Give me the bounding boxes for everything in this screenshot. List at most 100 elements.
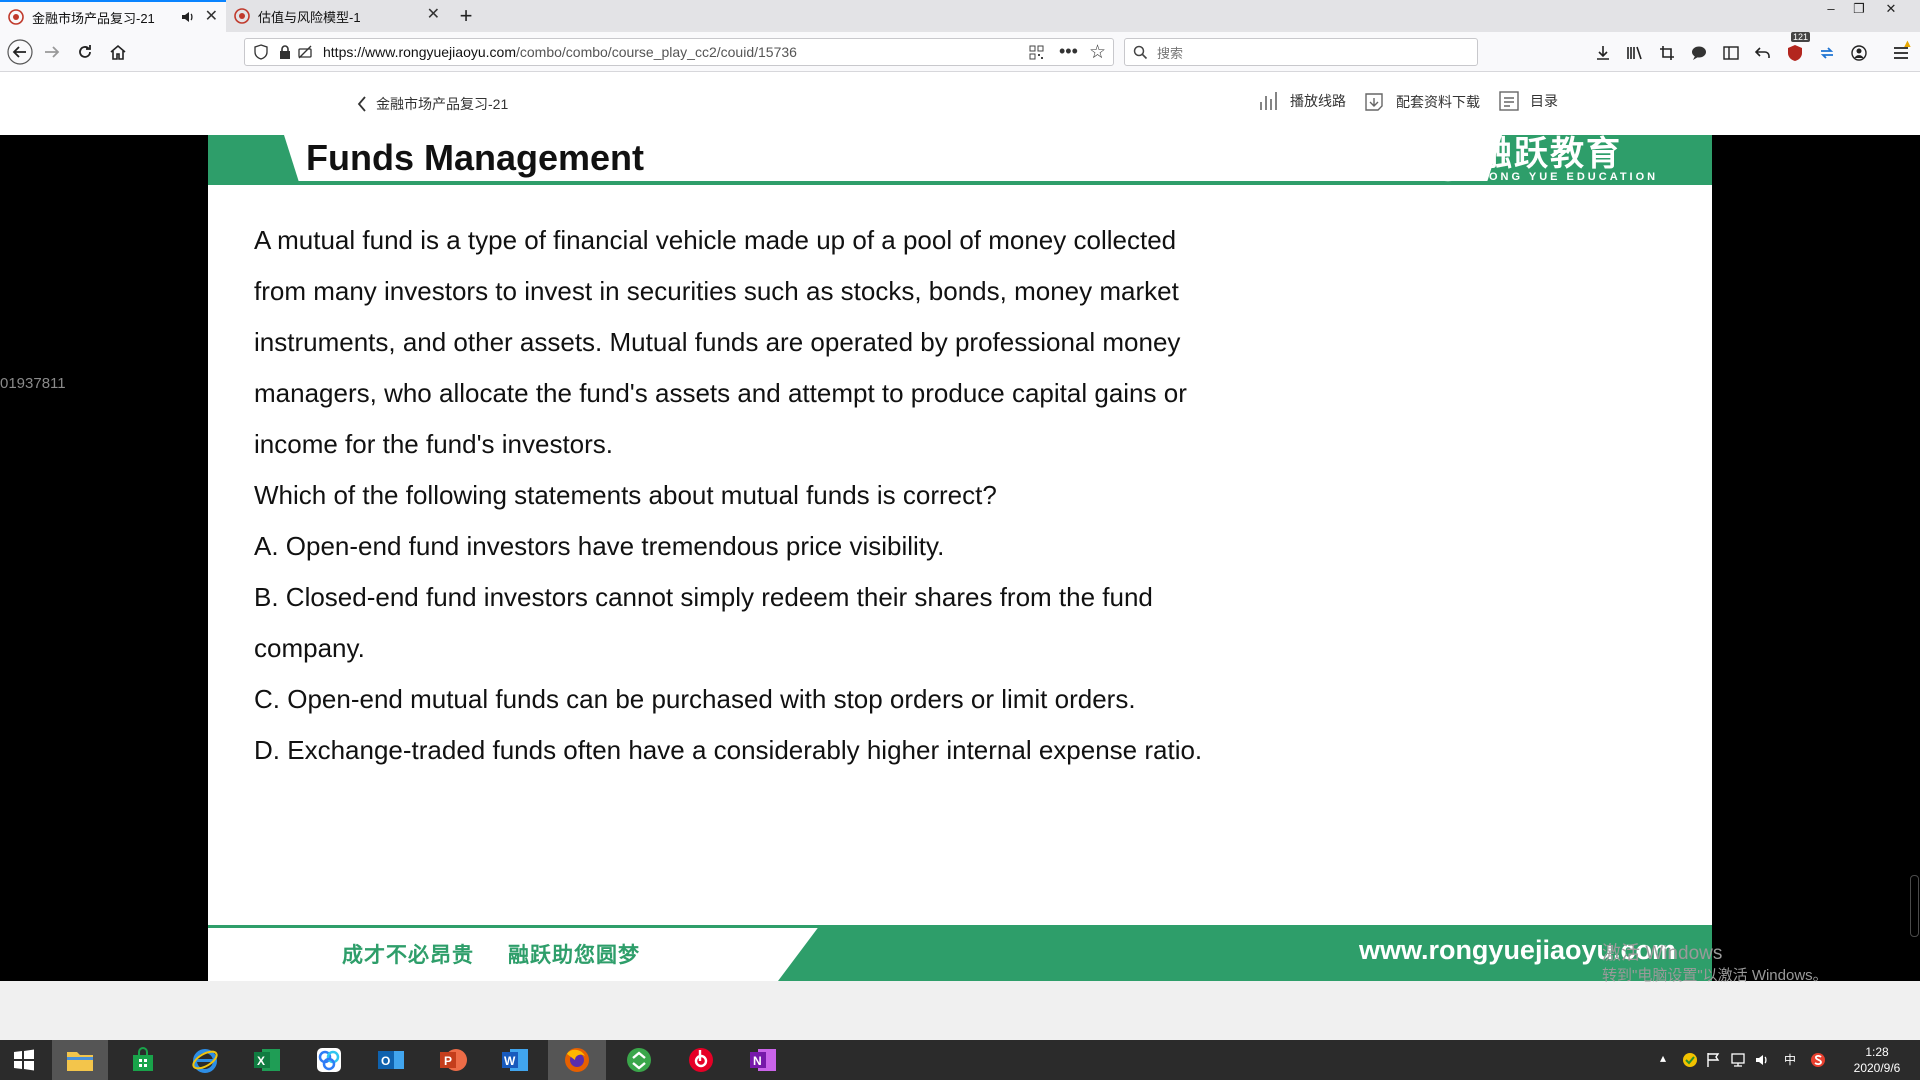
tab-valuation-risk-model[interactable]: 估值与风险模型-1 ✕ (226, 0, 448, 32)
lecture-slide: Funds Management 融跃教育 RONG YUE EDUCATION… (208, 135, 1712, 981)
search-input[interactable] (1155, 42, 1459, 64)
slide-footer: 成才不必昂贵 融跃助您圆梦 www.rongyuejiaoyu.com (208, 925, 1712, 981)
slide-text-line: A mutual fund is a type of financial veh… (254, 225, 1177, 255)
excel-taskbar-icon[interactable]: X (238, 1040, 296, 1080)
slogan-1: 成才不必昂贵 (342, 944, 474, 967)
shield-icon[interactable] (253, 44, 269, 60)
update-warning-icon: ▲ (1902, 38, 1913, 50)
undo-icon[interactable] (1752, 42, 1774, 64)
course-back-link[interactable]: 金融市场产品复习-21 (356, 94, 508, 114)
search-box[interactable] (1124, 38, 1478, 66)
slide-title: Funds Management (306, 137, 645, 178)
bookmark-star-icon[interactable]: ☆ (1089, 41, 1106, 64)
back-arrow-icon (7, 39, 33, 65)
outlook-taskbar-icon[interactable]: O (362, 1040, 420, 1080)
system-clock[interactable]: 1:28 2020/9/6 (1842, 1044, 1912, 1076)
security-tray-icon[interactable] (1682, 1052, 1698, 1068)
materials-download-link[interactable]: 配套资料下载 (1362, 90, 1480, 114)
forward-button[interactable] (38, 38, 66, 66)
baidu-netdisk-taskbar-icon[interactable] (300, 1040, 358, 1080)
option-c: C. Open-end mutual funds can be purchase… (254, 684, 1136, 714)
netease-music-taskbar-icon[interactable] (672, 1040, 730, 1080)
library-icon[interactable] (1624, 42, 1646, 64)
watermark-line-2: 转到"电脑设置"以激活 Windows。 (1602, 967, 1828, 984)
account-icon[interactable] (1848, 42, 1870, 64)
slide-text-line: managers, who allocate the fund's assets… (254, 378, 1187, 408)
windows-activation-watermark: 激活 Windows 转到"电脑设置"以激活 Windows。 (1602, 943, 1828, 987)
list-icon (1499, 91, 1519, 111)
adblock-extension-icon[interactable]: 121 (1784, 32, 1811, 64)
home-icon (110, 44, 126, 60)
lock-icon[interactable] (278, 44, 292, 60)
bars-icon (1260, 92, 1277, 110)
reload-button[interactable] (71, 38, 99, 66)
logo-chinese-text: 融跃教育 (1478, 135, 1622, 173)
qr-code-icon[interactable] (1029, 45, 1044, 60)
navigation-toolbar: https://www.rongyuejiaoyu.com/combo/comb… (0, 32, 1920, 72)
new-tab-button[interactable]: + (452, 4, 480, 28)
onenote-taskbar-icon[interactable]: N (734, 1040, 792, 1080)
start-button[interactable] (0, 1040, 48, 1080)
back-button[interactable] (6, 38, 34, 66)
playback-route-link[interactable]: 播放线路 (1258, 90, 1346, 112)
sidebar-icon[interactable] (1720, 42, 1742, 64)
sync-extension-icon[interactable] (1816, 42, 1838, 64)
slide-text-line: instruments, and other assets. Mutual fu… (254, 327, 1181, 357)
svg-text:N: N (753, 1054, 762, 1068)
site-favicon-icon (234, 8, 250, 24)
tab-financial-market-review[interactable]: 金融市场产品复习-21 ✕ (0, 0, 226, 32)
show-hidden-icons[interactable]: ▴ (1660, 1051, 1666, 1065)
downloads-icon[interactable] (1592, 42, 1614, 64)
table-of-contents-link[interactable]: 目录 (1498, 90, 1558, 112)
url-text[interactable]: https://www.rongyuejiaoyu.com/combo/comb… (323, 44, 797, 60)
page-actions-icon[interactable]: ••• (1059, 41, 1078, 62)
rongyue-logo: 融跃教育 RONG YUE EDUCATION (1426, 137, 1658, 183)
url-path: /combo/combo/course_play_cc2/couid/15736 (515, 44, 797, 60)
site-favicon-icon (8, 9, 24, 25)
option-b-continued: company. (254, 633, 365, 663)
svg-text:P: P (444, 1054, 452, 1068)
sogou-ime-icon[interactable] (1810, 1052, 1826, 1068)
close-tab-icon[interactable]: ✕ (205, 9, 218, 25)
svg-text:W: W (504, 1054, 516, 1068)
playback-route-label: 播放线路 (1290, 93, 1346, 109)
home-button[interactable] (104, 38, 132, 66)
url-host: https://www.rongyuejiaoyu.com (323, 44, 516, 60)
close-tab-icon[interactable]: ✕ (427, 7, 440, 23)
option-d: D. Exchange-traded funds often have a co… (254, 735, 1203, 765)
action-center-flag-icon[interactable] (1706, 1052, 1720, 1068)
video-player[interactable]: 01937811 Funds Management 融跃教育 RONG YUE … (0, 135, 1920, 984)
rongyue-seal-icon (1426, 138, 1470, 182)
course-title: 金融市场产品复习-21 (376, 96, 509, 112)
restore-icon[interactable]: ❐ (1846, 0, 1872, 20)
input-method-indicator[interactable]: 中 (1784, 1051, 1796, 1068)
forward-arrow-icon (45, 46, 60, 58)
windows-logo-icon (14, 1049, 34, 1071)
slide-text-line: income for the fund's investors. (254, 429, 614, 459)
address-bar[interactable]: https://www.rongyuejiaoyu.com/combo/comb… (244, 38, 1114, 66)
network-icon[interactable] (1730, 1052, 1746, 1068)
reload-icon (79, 45, 91, 58)
minimize-icon[interactable]: – (1818, 0, 1844, 20)
green-app-taskbar-icon[interactable] (610, 1040, 668, 1080)
svg-text:X: X (257, 1054, 265, 1068)
chat-icon[interactable] (1688, 42, 1710, 64)
slogan-2: 融跃助您圆梦 (508, 944, 640, 967)
download-icon (1365, 93, 1383, 111)
crop-icon[interactable] (1656, 42, 1678, 64)
store-taskbar-icon[interactable] (114, 1040, 172, 1080)
powerpoint-taskbar-icon[interactable]: P (424, 1040, 482, 1080)
word-taskbar-icon[interactable]: W (486, 1040, 544, 1080)
permissions-icon[interactable] (297, 44, 313, 60)
firefox-taskbar-icon[interactable] (548, 1040, 606, 1080)
speaker-icon[interactable] (180, 9, 196, 25)
file-explorer-taskbar-icon[interactable] (52, 1040, 108, 1080)
option-b: B. Closed-end fund investors cannot simp… (254, 582, 1153, 612)
course-header: 金融市场产品复习-21 播放线路 配套资料下载 目录 (0, 72, 1920, 135)
internet-explorer-taskbar-icon[interactable] (176, 1040, 234, 1080)
menu-icon[interactable]: ▲ (1890, 38, 1913, 64)
volume-icon[interactable] (1754, 1052, 1770, 1068)
close-window-icon[interactable]: ✕ (1878, 0, 1904, 20)
search-icon (1133, 45, 1148, 60)
player-scroll-indicator[interactable] (1910, 875, 1919, 937)
